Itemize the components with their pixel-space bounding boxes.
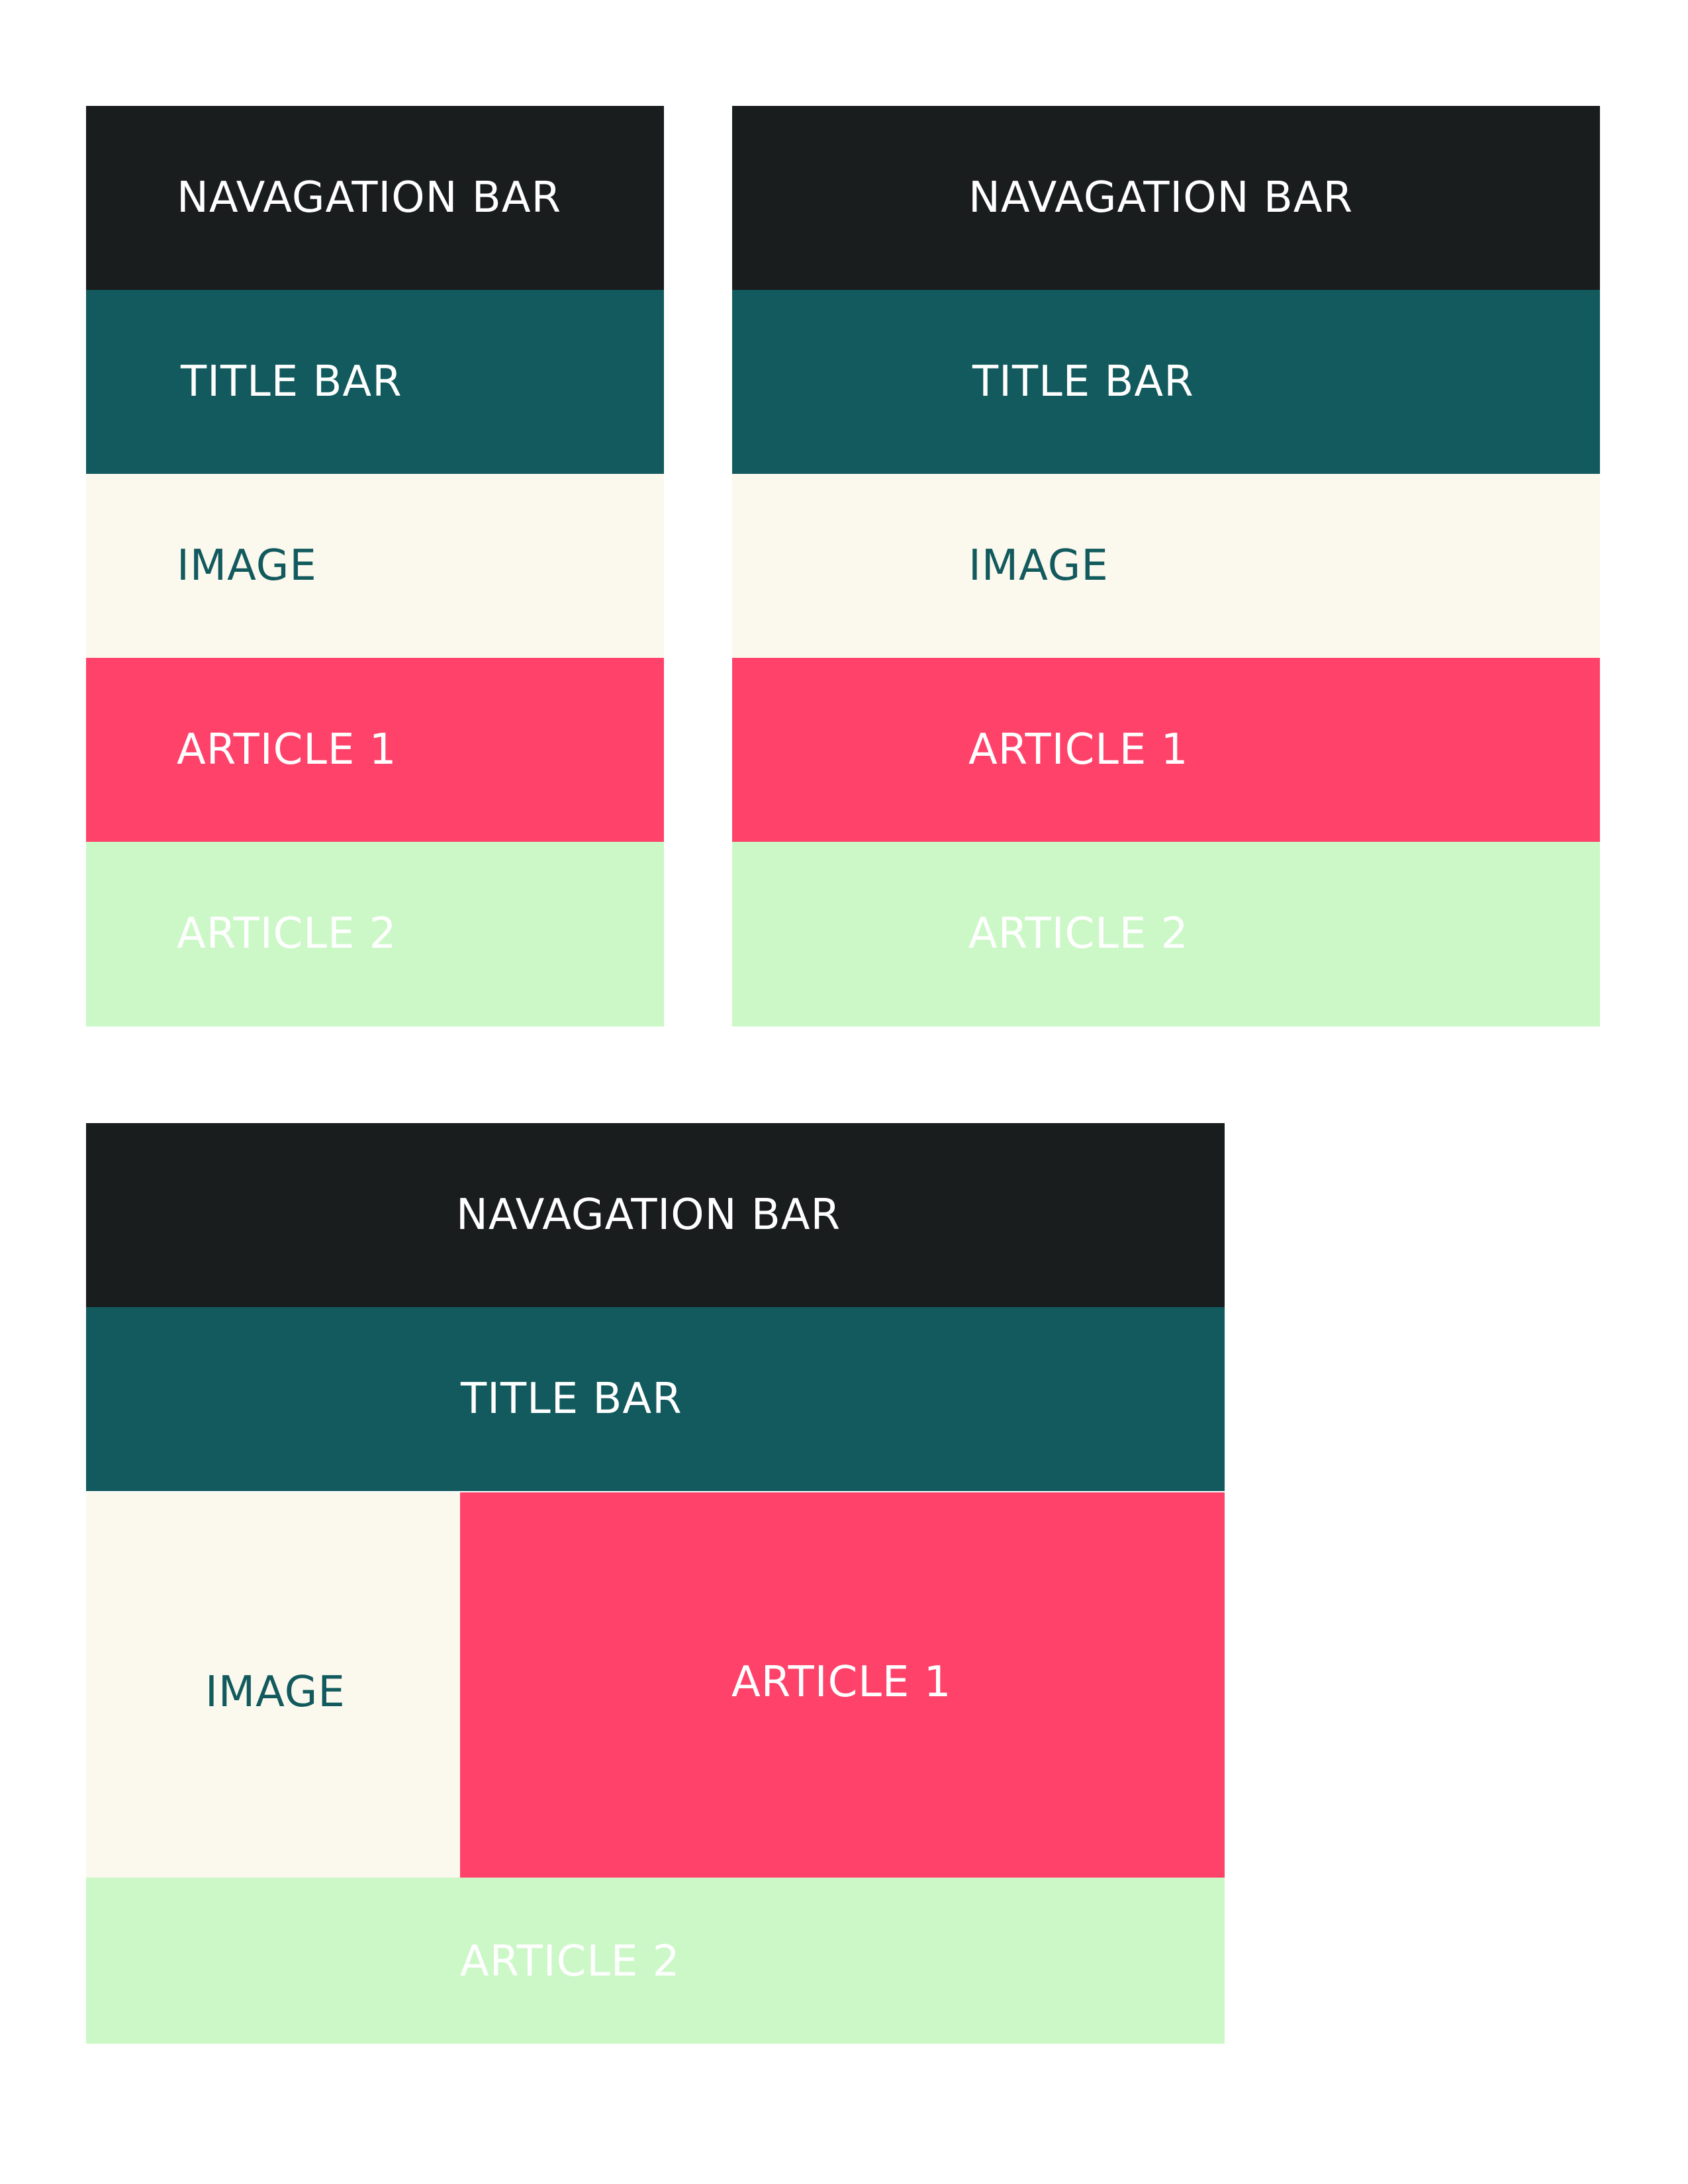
article-2-block: ARTICLE 2: [86, 842, 664, 1026]
title-bar-label: TITLE BAR: [461, 1375, 682, 1424]
image-label: IMAGE: [205, 1668, 346, 1717]
article-1-block: ARTICLE 1: [732, 658, 1600, 842]
navigation-bar-label: NAVAGATION BAR: [177, 173, 562, 222]
two-column-layout: NAVAGATION BAR TITLE BAR IMAGE ARTICLE 1…: [86, 1123, 1225, 2044]
article-1-label: ARTICLE 1: [177, 725, 397, 774]
title-bar-label: TITLE BAR: [181, 357, 402, 406]
article-1-block: ARTICLE 1: [460, 1492, 1225, 1878]
navigation-bar-block: NAVAGATION BAR: [86, 106, 664, 290]
image-label: IMAGE: [177, 541, 317, 590]
navigation-bar-label: NAVAGATION BAR: [456, 1191, 841, 1240]
article-2-label: ARTICLE 2: [968, 909, 1189, 958]
article-2-block: ARTICLE 2: [86, 1878, 1225, 2044]
image-block: IMAGE: [86, 1492, 460, 1878]
article-2-block: ARTICLE 2: [732, 842, 1600, 1026]
title-bar-block: TITLE BAR: [732, 290, 1600, 474]
single-column-layout-left: NAVAGATION BAR TITLE BAR IMAGE ARTICLE 1…: [86, 106, 664, 1026]
image-block: IMAGE: [86, 474, 664, 658]
article-1-block: ARTICLE 1: [86, 658, 664, 842]
title-bar-label: TITLE BAR: [972, 357, 1194, 406]
single-column-layout-right: NAVAGATION BAR TITLE BAR IMAGE ARTICLE 1…: [732, 106, 1600, 1026]
article-1-label: ARTICLE 1: [731, 1658, 952, 1707]
title-bar-block: TITLE BAR: [86, 290, 664, 474]
navigation-bar-block: NAVAGATION BAR: [732, 106, 1600, 290]
image-label: IMAGE: [968, 541, 1109, 590]
image-block: IMAGE: [732, 474, 1600, 658]
title-bar-block: TITLE BAR: [86, 1307, 1225, 1491]
navigation-bar-block: NAVAGATION BAR: [86, 1123, 1225, 1307]
article-1-label: ARTICLE 1: [968, 725, 1189, 774]
article-2-label: ARTICLE 2: [460, 1937, 680, 1986]
navigation-bar-label: NAVAGATION BAR: [968, 173, 1354, 222]
article-2-label: ARTICLE 2: [177, 909, 397, 958]
